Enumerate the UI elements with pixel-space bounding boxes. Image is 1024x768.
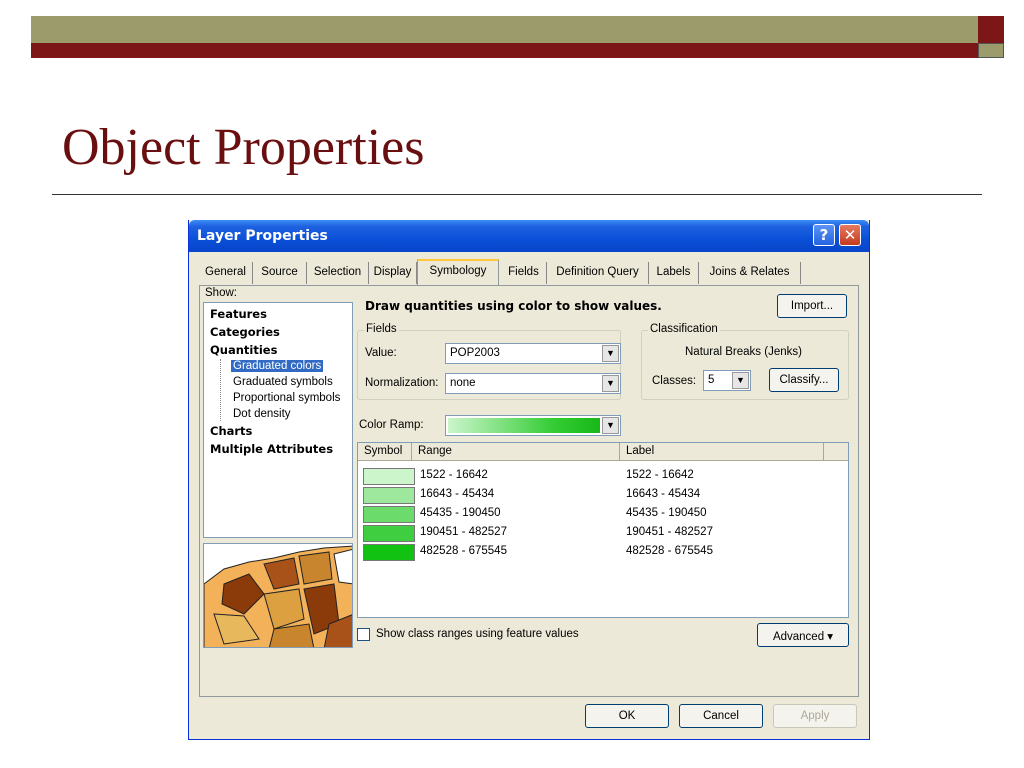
show-item-quantities[interactable]: Quantities [210,343,277,357]
show-item-dot-density[interactable]: Dot density [231,408,293,420]
class-range: 1522 - 16642 [420,469,488,481]
table-header: Symbol Range Label [358,443,848,461]
header-range[interactable]: Range [412,443,620,461]
normalization-label: Normalization: [365,377,439,389]
chevron-down-icon[interactable]: ▼ [602,345,619,362]
classes-select[interactable]: 5 ▼ [703,370,751,391]
symbol-class-table: Symbol Range Label 1522 - 16642 1522 - 1… [357,442,849,618]
table-row[interactable]: 482528 - 675545 482528 - 675545 [358,543,848,562]
class-label: 45435 - 190450 [626,507,707,519]
draw-description: Draw quantities using color to show valu… [365,299,662,313]
class-range: 45435 - 190450 [420,507,501,519]
tab-general[interactable]: General [199,262,253,284]
classification-method: Natural Breaks (Jenks) [685,346,802,358]
dialog-title: Layer Properties [197,228,328,244]
class-range: 16643 - 45434 [420,488,495,500]
cancel-button[interactable]: Cancel [679,704,763,728]
class-symbol-swatch[interactable] [363,506,415,523]
advanced-button[interactable]: Advanced ▾ [757,623,849,647]
fields-group-title: Fields [364,323,399,335]
color-ramp-select[interactable]: ▼ [445,415,621,436]
import-button[interactable]: Import... [777,294,847,318]
color-ramp-label: Color Ramp: [359,419,424,431]
layer-properties-dialog: Layer Properties ? ✕ General Source Sele… [188,220,870,740]
header-symbol[interactable]: Symbol [358,443,412,461]
normalization-select[interactable]: none ▼ [445,373,621,394]
class-symbol-swatch[interactable] [363,487,415,504]
show-item-categories[interactable]: Categories [210,325,280,339]
show-class-ranges-label: Show class ranges using feature values [376,628,579,640]
tab-labels[interactable]: Labels [649,262,699,284]
table-row[interactable]: 16643 - 45434 16643 - 45434 [358,486,848,505]
table-row[interactable]: 45435 - 190450 45435 - 190450 [358,505,848,524]
color-ramp-preview [448,418,600,433]
slide-header-bar-accent [31,43,978,58]
classification-group-title: Classification [648,323,720,335]
title-divider [52,194,982,195]
show-tree: Features Categories Quantities Graduated… [203,302,353,538]
chevron-down-icon[interactable]: ▼ [602,375,619,392]
value-select-text: POP2003 [450,347,500,359]
classify-button[interactable]: Classify... [769,368,839,392]
header-label[interactable]: Label [620,443,824,461]
class-label: 190451 - 482527 [626,526,713,538]
value-select[interactable]: POP2003 ▼ [445,343,621,364]
slide-header-square [978,16,1004,43]
class-label: 1522 - 16642 [626,469,694,481]
show-item-features[interactable]: Features [210,307,267,321]
chevron-down-icon[interactable]: ▼ [602,417,619,434]
symbology-preview-map [203,543,353,648]
ok-button[interactable]: OK [585,704,669,728]
tree-connector [220,359,221,421]
class-label: 482528 - 675545 [626,545,713,557]
tab-selection[interactable]: Selection [307,262,369,284]
tab-source[interactable]: Source [253,262,307,284]
dialog-titlebar[interactable]: Layer Properties ? ✕ [189,220,869,252]
chevron-down-icon[interactable]: ▼ [732,372,749,389]
show-label: Show: [205,287,237,299]
class-range: 482528 - 675545 [420,545,507,557]
slide-title: Object Properties [62,119,425,176]
slide-header-bar [31,16,978,43]
table-row[interactable]: 1522 - 16642 1522 - 16642 [358,467,848,486]
class-symbol-swatch[interactable] [363,468,415,485]
class-symbol-swatch[interactable] [363,544,415,561]
apply-button[interactable]: Apply [773,704,857,728]
tab-definition-query[interactable]: Definition Query [547,262,649,284]
help-button[interactable]: ? [813,224,835,246]
show-item-graduated-symbols[interactable]: Graduated symbols [231,376,335,388]
show-item-charts[interactable]: Charts [210,424,252,438]
tab-fields[interactable]: Fields [501,262,547,284]
close-button[interactable]: ✕ [839,224,861,246]
class-range: 190451 - 482527 [420,526,507,538]
classes-label: Classes: [652,375,697,387]
normalization-select-text: none [450,377,476,389]
tab-display[interactable]: Display [369,262,417,284]
show-item-proportional-symbols[interactable]: Proportional symbols [231,392,342,404]
class-label: 16643 - 45434 [626,488,701,500]
tab-symbology[interactable]: Symbology [417,259,499,285]
show-class-ranges-checkbox[interactable] [357,628,370,641]
show-item-graduated-colors[interactable]: Graduated colors [231,360,324,372]
classes-select-text: 5 [708,374,715,386]
africa-map-icon [204,544,352,647]
value-label: Value: [365,347,397,359]
show-item-multiple-attributes[interactable]: Multiple Attributes [210,442,333,456]
tab-joins-relates[interactable]: Joins & Relates [699,262,801,284]
table-row[interactable]: 190451 - 482527 190451 - 482527 [358,524,848,543]
slide-header-square-accent [978,43,1004,58]
class-symbol-swatch[interactable] [363,525,415,542]
